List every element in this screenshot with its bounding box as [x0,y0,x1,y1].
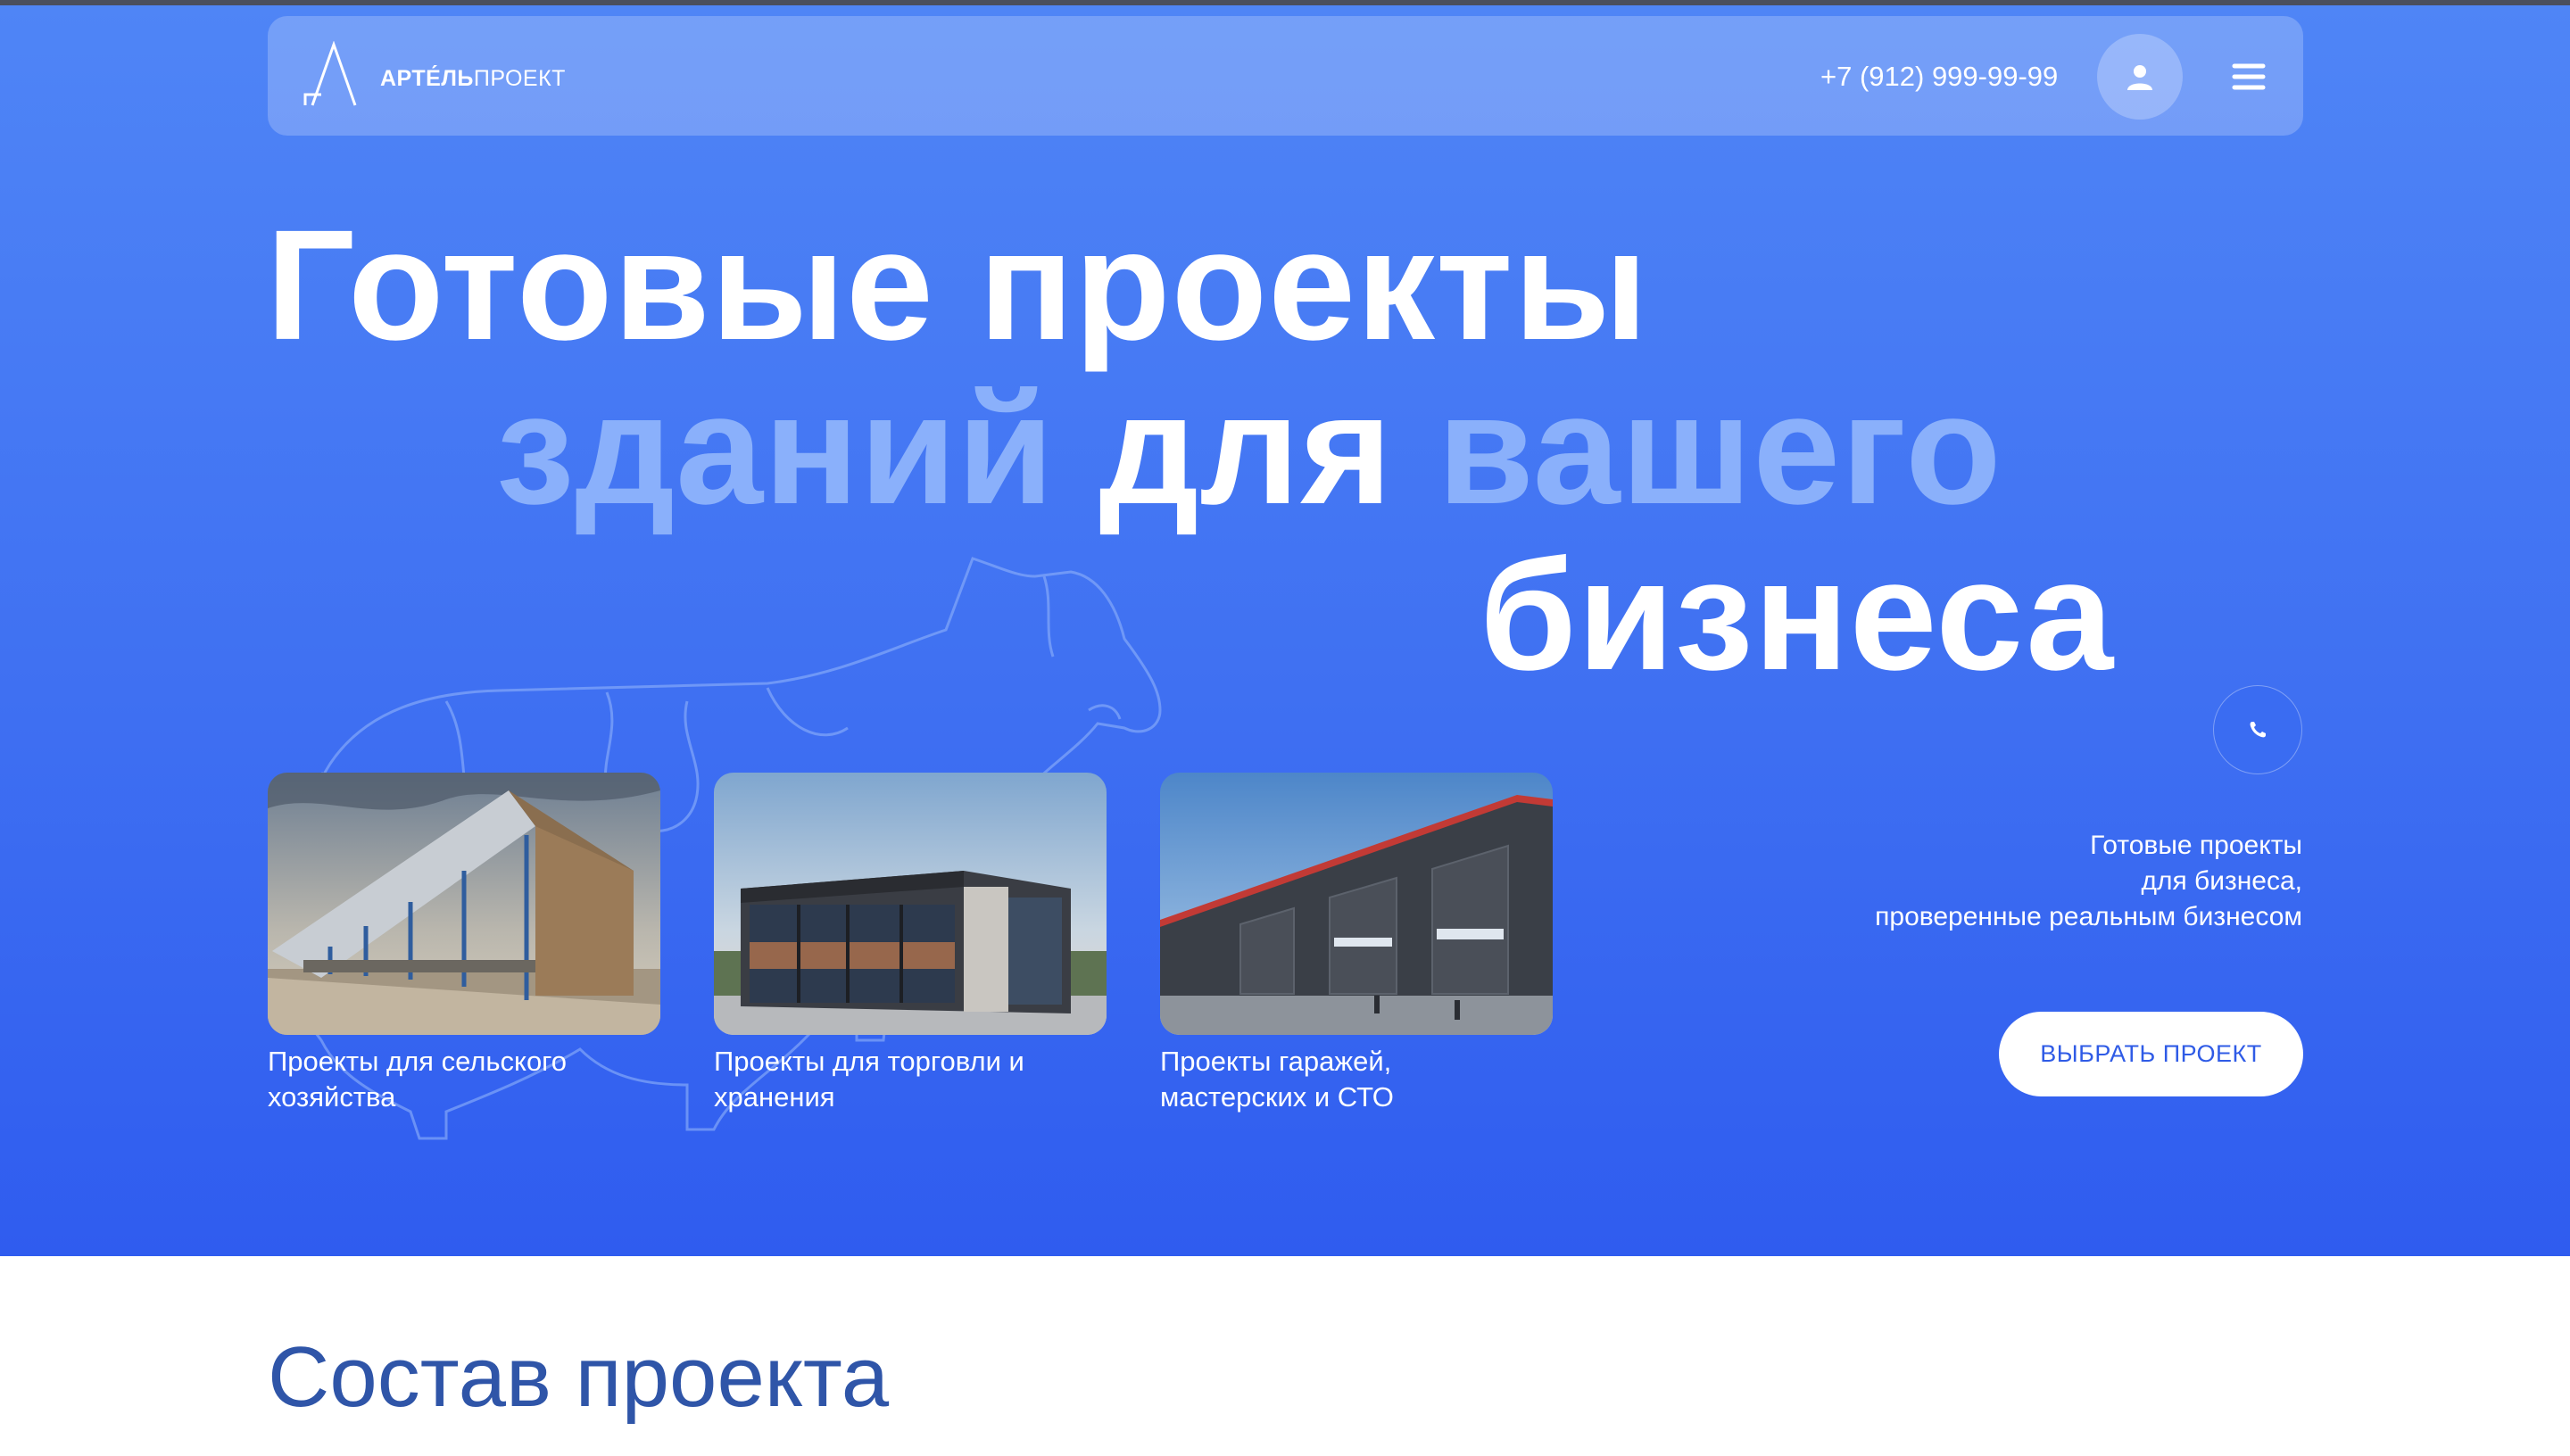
hero-heading-line1: Готовые проекты [266,198,1649,373]
logo-icon[interactable] [303,41,375,107]
hero-description-line: Готовые проекты [2090,831,2302,860]
user-icon [2127,65,2152,90]
card-image-garage [1160,773,1553,1035]
phone-icon [2250,722,2266,738]
hero-heading-word-vashego: вашего [1437,362,2002,537]
hamburger-menu-icon [2232,63,2266,90]
account-button[interactable] [2097,34,2183,120]
logo-text-bold: АРТЕ́ЛЬ [380,66,474,91]
hero-description-line: проверенные реальным бизнесом [1875,902,2302,931]
hero-heading-word-dlya: для [1098,362,1393,537]
hero-description-line: для бизнеса, [2141,866,2302,896]
section-title: Состав проекта [268,1329,890,1425]
hero-heading-line3: бизнеса [1480,528,2115,703]
project-card-retail[interactable]: Проекты для торговли и хранения [714,773,1107,1115]
project-card-garages[interactable]: Проекты гаражей, мастерских и СТО [1160,773,1553,1115]
card-image-barn [268,773,660,1035]
logo-text[interactable]: АРТЕ́ЛЬПРОЕКТ [380,66,566,92]
card-image-pavilion [714,773,1107,1035]
hero-description: Готовые проекты для бизнеса, проверенные… [1767,828,2302,935]
card-title: Проекты для торговли и хранения [714,1046,1024,1113]
call-button[interactable] [2213,685,2302,774]
project-card-agriculture[interactable]: Проекты для сельского хозяйства [268,773,660,1115]
site-header: АРТЕ́ЛЬПРОЕКТ +7 (912) 999-99-99 [268,16,2303,136]
header-phone-link[interactable]: +7 (912) 999-99-99 [1820,61,2058,93]
choose-project-button[interactable]: ВЫБРАТЬ ПРОЕКТ [1999,1012,2303,1096]
hero-heading-word-zdaniy: зданий [496,362,1055,537]
hero-heading-line2: зданий для вашего [496,371,2002,528]
logo-text-light: ПРОЕКТ [473,66,566,91]
card-title: Проекты гаражей, мастерских и СТО [1160,1046,1394,1113]
hero-section: АРТЕ́ЛЬПРОЕКТ +7 (912) 999-99-99 Готовые… [0,5,2570,1256]
menu-button[interactable] [2227,55,2270,98]
card-title: Проекты для сельского хозяйства [268,1046,568,1113]
